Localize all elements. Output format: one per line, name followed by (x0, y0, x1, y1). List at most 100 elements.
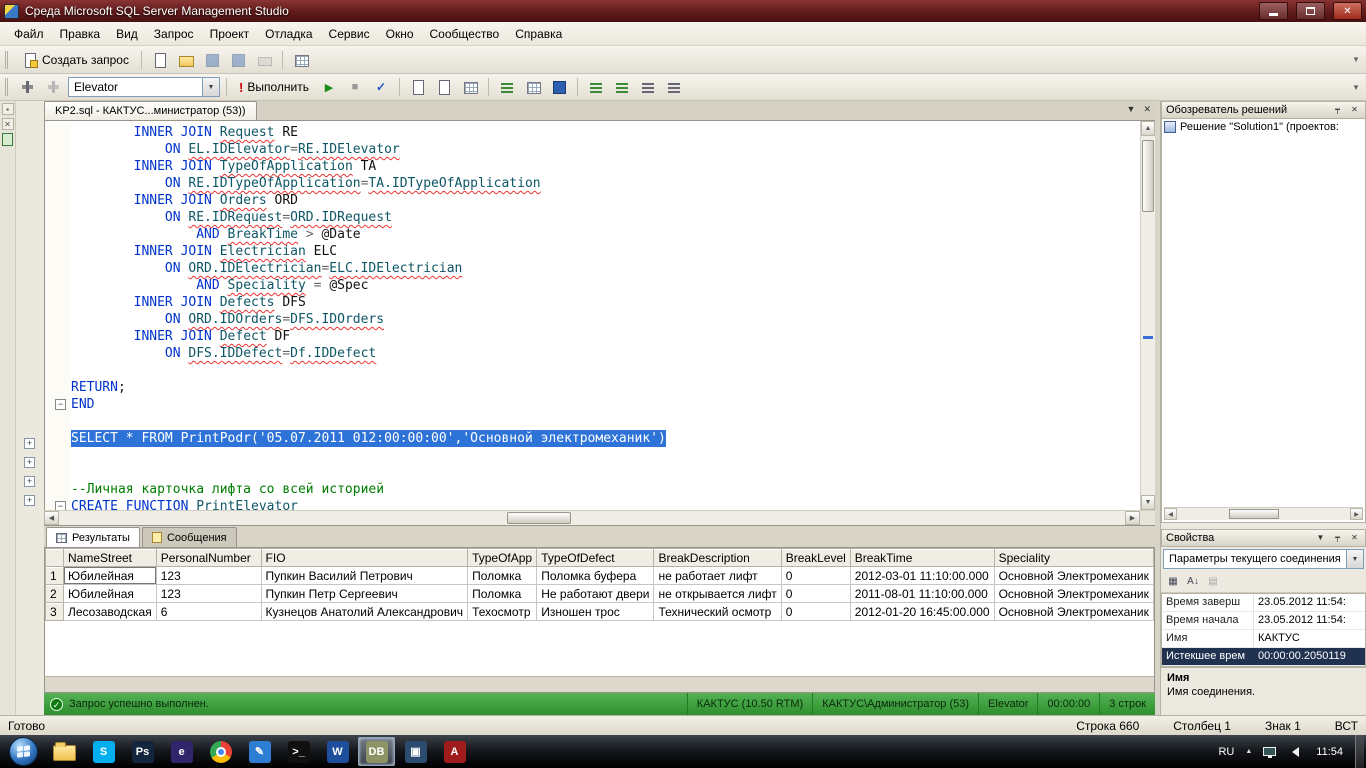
code-line[interactable]: --Личная карточка лифта со всей историей (45, 481, 1140, 498)
results-to-file-button[interactable] (547, 76, 571, 98)
row-header[interactable]: 3 (45, 602, 64, 621)
menu-item-Сообщество[interactable]: Сообщество (422, 24, 508, 44)
show-desktop-button[interactable] (1355, 735, 1364, 768)
database-combobox[interactable]: Elevator ▼ (68, 77, 220, 97)
code-line[interactable]: − CREATE FUNCTION PrintElevator (45, 498, 1140, 510)
code-line[interactable]: ON RE.IDTypeOfApplication=TA.IDTypeOfApp… (45, 175, 1140, 192)
code-line[interactable]: SELECT * FROM PrintPodr('05.07.2011 012:… (45, 430, 1140, 447)
change-connection-button[interactable] (42, 76, 66, 98)
grid-cell[interactable]: 0 (780, 584, 851, 603)
skype-icon[interactable]: S (85, 737, 122, 766)
menu-item-Запрос[interactable]: Запрос (146, 24, 202, 44)
code-line[interactable]: ON RE.IDRequest=ORD.IDRequest (45, 209, 1140, 226)
grid-cell[interactable]: Поломка (467, 566, 538, 585)
table-row[interactable]: 3 Лесозаводская 6 Кузнецов Анатолий Алексан… (45, 602, 1154, 621)
scroll-thumb[interactable] (1142, 140, 1154, 212)
decrease-indent-button[interactable] (636, 76, 660, 98)
hidden-icons-arrow[interactable]: ▲ (1245, 748, 1252, 755)
close-icon[interactable]: ✕ (1348, 104, 1361, 117)
code-line[interactable]: INNER JOIN Defect DF (45, 328, 1140, 345)
stop-button[interactable]: ■ (343, 76, 367, 98)
acrobat-icon[interactable]: A (436, 737, 473, 766)
scroll-right-icon[interactable]: ▶ (1350, 508, 1363, 520)
scroll-left-icon[interactable]: ◀ (1164, 508, 1177, 520)
grid-cell[interactable]: 6 (155, 602, 262, 621)
grid-cell[interactable]: не открывается лифт (653, 584, 782, 603)
chrome-icon[interactable] (202, 737, 239, 766)
tab-results[interactable]: Результаты (46, 527, 140, 547)
menu-item-Правка[interactable]: Правка (52, 24, 109, 44)
grid-cell[interactable]: 2011-08-01 11:10:00.000 (849, 584, 995, 603)
grid-cell[interactable]: Поломка (467, 584, 538, 603)
taskbar-clock[interactable]: 11:54 (1310, 746, 1349, 758)
toolbar-options-button[interactable]: ▼ (1350, 55, 1362, 64)
property-row[interactable]: Истекшее врем 00:00:00.2050119 (1162, 648, 1365, 666)
grid-cell[interactable]: Кузнецов Анатолий Александрович (260, 602, 469, 621)
column-header-FIO[interactable]: FIO (260, 548, 469, 567)
chevron-down-icon[interactable]: ▼ (202, 78, 219, 96)
chevron-down-icon[interactable]: ▼ (1346, 550, 1363, 568)
volume-tray-icon[interactable] (1287, 746, 1300, 757)
table-row[interactable]: 1 Юбилейная 123 Пупкин Василий Петрович Поло… (45, 566, 1154, 585)
minimize-button[interactable] (1259, 2, 1288, 20)
solution-root-item[interactable]: Решение "Solution1" (проектов: (1164, 121, 1363, 133)
column-header-TypeOfDefect[interactable]: TypeOfDefect (536, 548, 655, 567)
chevron-down-icon[interactable]: ▼ (1314, 532, 1327, 545)
explorer-icon[interactable] (46, 737, 83, 766)
grid-cell[interactable]: Пупкин Василий Петрович (260, 566, 469, 585)
props-grid[interactable]: Время заверш 23.05.2012 11:54: Время начал… (1161, 593, 1366, 667)
remote-desktop-icon[interactable]: ▣ (397, 737, 434, 766)
column-header-BreakLevel[interactable]: BreakLevel (780, 548, 851, 567)
code-line[interactable]: ON ORD.IDElectrician=ELC.IDElectrician (45, 260, 1140, 277)
column-header-PersonalNumber[interactable]: PersonalNumber (155, 548, 262, 567)
parse-button[interactable]: ✓ (369, 76, 393, 98)
expand-box[interactable]: + (24, 476, 35, 487)
solution-explorer-scrollbar[interactable]: ◀ ▶ (1164, 507, 1363, 520)
code-line[interactable]: ON DFS.IDDefect=Df.IDDefect (45, 345, 1140, 362)
title-bar[interactable]: Среда Microsoft SQL Server Management St… (0, 0, 1366, 22)
pin-icon[interactable]: ┯ (1331, 104, 1344, 117)
increase-indent-button[interactable] (662, 76, 686, 98)
uncomment-button[interactable] (610, 76, 634, 98)
results-table[interactable]: NameStreet PersonalNumber FIO TypeOfApp Type… (45, 548, 1154, 621)
collapse-box-icon[interactable]: − (55, 399, 66, 410)
code-line[interactable] (45, 362, 1140, 379)
dock-close-icon[interactable]: ✕ (1, 118, 14, 130)
eclipse-icon[interactable]: e (163, 737, 200, 766)
code-line[interactable] (45, 447, 1140, 464)
editor-vertical-scrollbar[interactable]: ▲ ▼ (1140, 121, 1155, 510)
code-area[interactable]: INNER JOIN Request RE ON EL.IDElevator=R… (45, 121, 1140, 510)
save-all-button[interactable] (226, 49, 250, 71)
word-icon[interactable]: W (319, 737, 356, 766)
language-indicator[interactable]: RU (1218, 746, 1234, 758)
print-button[interactable] (252, 49, 276, 71)
editor-horizontal-scrollbar[interactable]: ◀ ▶ (44, 510, 1155, 525)
row-header[interactable]: 2 (45, 584, 64, 603)
toolbar-grip[interactable] (5, 50, 10, 69)
property-value[interactable]: 00:00:00.2050119 (1254, 648, 1365, 665)
new-item-button[interactable] (148, 49, 172, 71)
results-to-grid-button[interactable] (521, 76, 545, 98)
code-line[interactable]: INNER JOIN Orders ORD (45, 192, 1140, 209)
property-pages-icon[interactable]: ▤ (1204, 573, 1222, 591)
tab-messages[interactable]: Сообщения (141, 527, 237, 547)
dock-pin-icon[interactable]: ▪ (1, 103, 14, 115)
solution-explorer-tree[interactable]: Решение "Solution1" (проектов: ◀ ▶ (1161, 119, 1366, 523)
scroll-thumb[interactable] (506, 512, 571, 524)
column-header-TypeOfApp[interactable]: TypeOfApp (467, 548, 538, 567)
expand-box[interactable]: + (24, 495, 35, 506)
sort-alphabetical-icon[interactable]: A↓ (1184, 573, 1202, 591)
grid-cell[interactable]: Техосмотр (467, 602, 538, 621)
cmd-icon[interactable]: >_ (280, 737, 317, 766)
column-header-BreakTime[interactable]: BreakTime (849, 548, 995, 567)
properties-object-combobox[interactable]: Параметры текущего соединения ▼ (1163, 549, 1364, 569)
grid-cell[interactable]: 0 (780, 566, 851, 585)
solution-explorer-header[interactable]: Обозреватель решений ┯ ✕ (1161, 101, 1366, 119)
toolbar-options-button[interactable]: ▼ (1350, 83, 1362, 92)
code-line[interactable]: ON ORD.IDOrders=DFS.IDOrders (45, 311, 1140, 328)
activity-monitor-button[interactable] (289, 49, 313, 71)
connect-button[interactable] (16, 76, 40, 98)
menu-item-Сервис[interactable]: Сервис (321, 24, 378, 44)
property-row[interactable]: Время начала 23.05.2012 11:54: (1162, 612, 1365, 630)
scroll-down-icon[interactable]: ▼ (1141, 495, 1155, 510)
